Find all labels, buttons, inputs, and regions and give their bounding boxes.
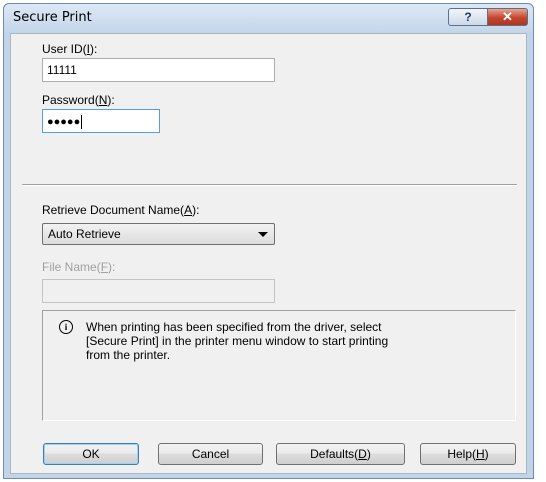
close-button[interactable]: ✕ bbox=[487, 8, 528, 26]
window-title: Secure Print bbox=[13, 10, 92, 25]
info-line-2: [Secure Print] in the printer menu windo… bbox=[86, 334, 389, 348]
user-id-input[interactable]: 11111 bbox=[42, 58, 275, 82]
dialog-body: User ID(I): 11111 Password(N): ●●●●● Ret… bbox=[10, 33, 527, 474]
defaults-button[interactable]: Defaults(D) bbox=[276, 443, 405, 465]
retrieve-document-name-dropdown[interactable]: Auto Retrieve bbox=[42, 223, 275, 245]
password-input[interactable]: ●●●●● bbox=[42, 109, 160, 133]
user-id-value: 11111 bbox=[47, 63, 77, 77]
cancel-button-label: Cancel bbox=[191, 447, 230, 461]
password-masked-value: ●●●●● bbox=[47, 115, 81, 128]
help-button[interactable]: Help(H) bbox=[420, 443, 516, 465]
info-panel: i When printing has been specified from … bbox=[42, 310, 516, 421]
ok-button-label: OK bbox=[82, 447, 100, 461]
close-icon: ✕ bbox=[502, 9, 513, 24]
title-bar[interactable]: Secure Print ? ✕ bbox=[4, 4, 533, 32]
chevron-down-icon bbox=[258, 232, 268, 237]
password-label: Password(N): bbox=[42, 93, 115, 107]
secure-print-dialog: Secure Print ? ✕ User ID(I): 11111 Passw… bbox=[3, 3, 534, 479]
info-message: When printing has been specified from th… bbox=[86, 320, 506, 362]
question-mark-icon: ? bbox=[464, 10, 472, 24]
section-divider bbox=[22, 184, 517, 186]
user-id-label: User ID(I): bbox=[42, 42, 98, 56]
title-help-button[interactable]: ? bbox=[448, 8, 488, 26]
file-name-input bbox=[42, 279, 275, 303]
file-name-label: File Name(F): bbox=[42, 260, 116, 274]
defaults-button-label: Defaults(D) bbox=[310, 447, 371, 461]
help-button-label: Help(H) bbox=[447, 447, 489, 461]
dropdown-selected-value: Auto Retrieve bbox=[48, 227, 121, 241]
info-icon: i bbox=[59, 320, 73, 334]
text-caret bbox=[81, 114, 83, 129]
retrieve-document-name-label: Retrieve Document Name(A): bbox=[42, 203, 200, 217]
cancel-button[interactable]: Cancel bbox=[158, 443, 263, 465]
info-line-1: When printing has been specified from th… bbox=[86, 320, 382, 334]
info-line-3: from the printer. bbox=[86, 348, 171, 362]
ok-button[interactable]: OK bbox=[43, 443, 139, 465]
